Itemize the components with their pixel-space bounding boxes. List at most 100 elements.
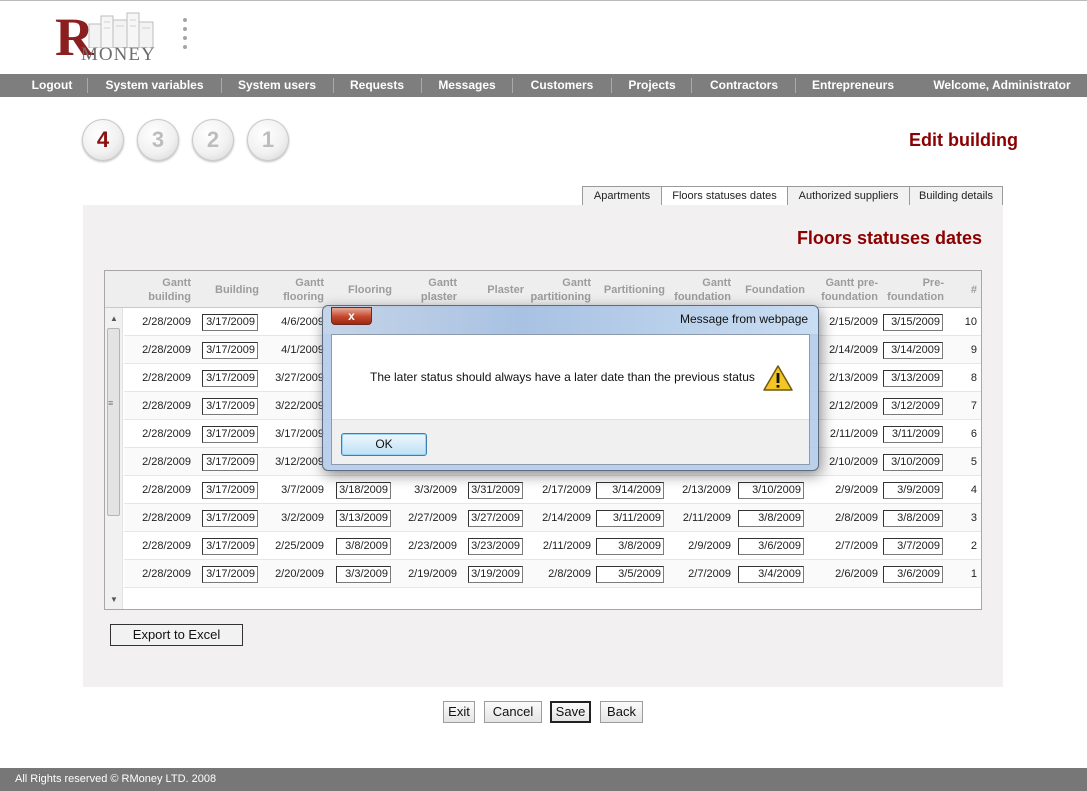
col-gantt-plaster[interactable]: Gantt plaster xyxy=(403,276,457,304)
dialog-ok-button[interactable]: OK xyxy=(341,433,427,456)
buildings-icon xyxy=(88,12,154,48)
date-input[interactable]: 3/8/2009 xyxy=(596,538,664,555)
step-4[interactable]: 4 xyxy=(82,119,124,161)
nav-requests[interactable]: Requests xyxy=(342,74,412,97)
col-gantt-foundation[interactable]: Gantt foundation xyxy=(667,276,731,304)
date-input[interactable]: 3/8/2009 xyxy=(738,510,804,527)
date-input[interactable]: 3/10/2009 xyxy=(738,482,804,499)
gantt-date-cell: 3/27/2009 xyxy=(275,372,324,384)
col-pre-foundation[interactable]: Pre-foundation xyxy=(882,276,944,304)
date-input[interactable]: 3/13/2009 xyxy=(883,370,943,387)
col-gantt-pre-foundation[interactable]: Gantt pre-foundation xyxy=(808,276,878,304)
nav-projects[interactable]: Projects xyxy=(620,74,684,97)
date-input[interactable]: 3/19/2009 xyxy=(468,566,523,583)
step-1[interactable]: 1 xyxy=(247,119,289,161)
nav-logout[interactable]: Logout xyxy=(24,74,80,97)
date-input[interactable]: 3/18/2009 xyxy=(336,482,391,499)
tab-building-details[interactable]: Building details xyxy=(909,186,1003,205)
grid-scrollbar[interactable]: ▲ ≡ ▼ xyxy=(105,308,123,609)
date-input[interactable]: 3/6/2009 xyxy=(883,566,943,583)
exit-button[interactable]: Exit xyxy=(443,701,475,723)
col-building[interactable]: Building xyxy=(201,283,259,297)
nav-contractors[interactable]: Contractors xyxy=(702,74,786,97)
col-gantt-building[interactable]: Gantt building xyxy=(141,276,191,304)
nav-entrepreneurs[interactable]: Entrepreneurs xyxy=(804,74,902,97)
welcome-text: Welcome, Administrator xyxy=(933,78,1071,92)
scroll-up-icon[interactable]: ▲ xyxy=(110,314,118,323)
date-input[interactable]: 3/17/2009 xyxy=(202,370,258,387)
date-input[interactable]: 3/17/2009 xyxy=(202,538,258,555)
date-input[interactable]: 3/17/2009 xyxy=(202,342,258,359)
gantt-date-cell: 2/9/2009 xyxy=(688,540,731,552)
row-number: 9 xyxy=(970,344,977,356)
nav-system-variables[interactable]: System variables xyxy=(97,74,212,97)
date-input[interactable]: 3/11/2009 xyxy=(883,426,943,443)
date-input[interactable]: 3/17/2009 xyxy=(202,454,258,471)
date-input[interactable]: 3/17/2009 xyxy=(202,398,258,415)
date-input[interactable]: 3/8/2009 xyxy=(883,510,943,527)
date-input[interactable]: 3/10/2009 xyxy=(883,454,943,471)
date-input[interactable]: 3/12/2009 xyxy=(883,398,943,415)
date-input[interactable]: 3/14/2009 xyxy=(596,482,664,499)
row-number: 5 xyxy=(970,456,977,468)
main-nav: Logout System variables System users Req… xyxy=(0,74,1087,97)
scrollbar-thumb[interactable] xyxy=(107,328,120,516)
table-row: 2/28/2009 3/17/2009 3/7/2009 3/18/2009 3/3/2… xyxy=(124,476,981,504)
gantt-date-cell: 2/11/2009 xyxy=(682,512,731,524)
date-input[interactable]: 3/23/2009 xyxy=(468,538,523,555)
col-number[interactable]: # xyxy=(961,283,977,297)
col-flooring[interactable]: Flooring xyxy=(335,283,392,297)
nav-separator xyxy=(333,78,334,93)
date-input[interactable]: 3/27/2009 xyxy=(468,510,523,527)
tab-floors-statuses-dates[interactable]: Floors statuses dates xyxy=(661,186,788,206)
date-input[interactable]: 3/9/2009 xyxy=(883,482,943,499)
scroll-down-icon[interactable]: ▼ xyxy=(110,595,118,604)
gantt-date-cell: 2/17/2009 xyxy=(542,484,591,496)
save-button[interactable]: Save xyxy=(550,701,591,723)
date-input[interactable]: 3/11/2009 xyxy=(596,510,664,527)
tab-apartments[interactable]: Apartments xyxy=(582,186,662,205)
date-input[interactable]: 3/17/2009 xyxy=(202,482,258,499)
date-input[interactable]: 3/17/2009 xyxy=(202,566,258,583)
col-partitioning[interactable]: Partitioning xyxy=(595,283,665,297)
gantt-date-cell: 2/6/2009 xyxy=(835,568,878,580)
back-button[interactable]: Back xyxy=(600,701,643,723)
date-input[interactable]: 3/15/2009 xyxy=(883,314,943,331)
date-input[interactable]: 3/6/2009 xyxy=(738,538,804,555)
gantt-date-cell: 2/28/2009 xyxy=(142,428,191,440)
date-input[interactable]: 3/7/2009 xyxy=(883,538,943,555)
gantt-date-cell: 2/23/2009 xyxy=(408,540,457,552)
date-input[interactable]: 3/31/2009 xyxy=(468,482,523,499)
date-input[interactable]: 3/17/2009 xyxy=(202,510,258,527)
gantt-date-cell: 3/22/2009 xyxy=(275,400,324,412)
col-foundation[interactable]: Foundation xyxy=(737,283,805,297)
nav-customers[interactable]: Customers xyxy=(521,74,603,97)
nav-messages[interactable]: Messages xyxy=(430,74,504,97)
row-number: 10 xyxy=(964,316,977,328)
date-input[interactable]: 3/13/2009 xyxy=(336,510,391,527)
col-gantt-partitioning[interactable]: Gantt partitioning xyxy=(523,276,592,304)
dialog-title: Message from webpage xyxy=(680,312,809,326)
date-input[interactable]: 3/17/2009 xyxy=(202,314,258,331)
step-2[interactable]: 2 xyxy=(192,119,234,161)
step-3[interactable]: 3 xyxy=(137,119,179,161)
gantt-date-cell: 2/28/2009 xyxy=(142,400,191,412)
gantt-date-cell: 2/9/2009 xyxy=(835,484,878,496)
date-input[interactable]: 3/14/2009 xyxy=(883,342,943,359)
gantt-date-cell: 2/27/2009 xyxy=(408,512,457,524)
tab-authorized-suppliers[interactable]: Authorized suppliers xyxy=(787,186,910,205)
date-input[interactable]: 3/17/2009 xyxy=(202,426,258,443)
date-input[interactable]: 3/3/2009 xyxy=(336,566,391,583)
cancel-button[interactable]: Cancel xyxy=(484,701,542,723)
nav-system-users[interactable]: System users xyxy=(229,74,325,97)
date-input[interactable]: 3/8/2009 xyxy=(336,538,391,555)
date-input[interactable]: 3/5/2009 xyxy=(596,566,664,583)
gantt-date-cell: 2/8/2009 xyxy=(835,512,878,524)
gantt-date-cell: 2/28/2009 xyxy=(142,512,191,524)
dialog-close-button[interactable]: x xyxy=(331,307,372,325)
row-number: 2 xyxy=(970,540,977,552)
col-plaster[interactable]: Plaster xyxy=(467,283,524,297)
export-to-excel-button[interactable]: Export to Excel xyxy=(110,624,243,646)
date-input[interactable]: 3/4/2009 xyxy=(738,566,804,583)
col-gantt-flooring[interactable]: Gantt flooring xyxy=(271,276,324,304)
